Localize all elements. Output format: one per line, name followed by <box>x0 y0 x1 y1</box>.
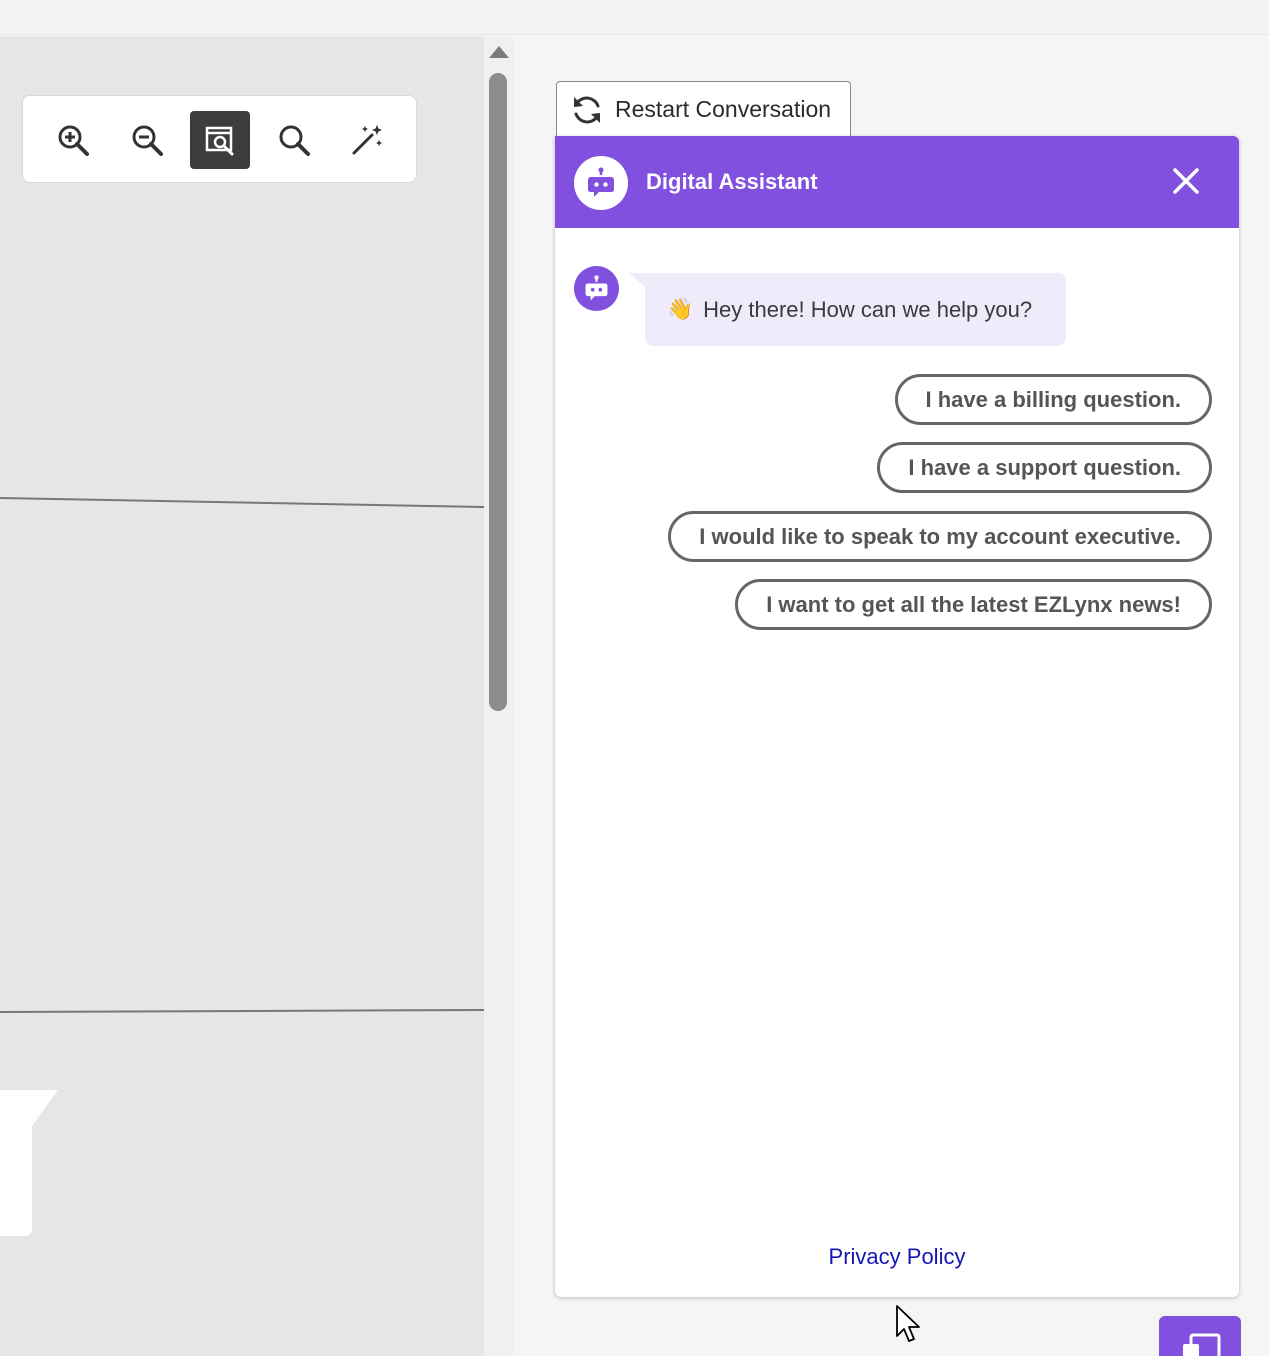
refresh-icon <box>574 96 600 123</box>
bubble-tail <box>629 273 645 287</box>
magic-wand-button[interactable] <box>337 111 397 169</box>
scroll-up-arrow-icon[interactable] <box>489 46 509 58</box>
quick-reply-support[interactable]: I have a support question. <box>877 442 1212 493</box>
chat-window: Digital Assistant 👋 Hey there! How can w… <box>555 136 1239 1297</box>
quick-reply-account-executive[interactable]: I would like to speak to my account exec… <box>668 511 1212 562</box>
zoom-to-fit-icon <box>205 126 234 156</box>
chat-launcher-button[interactable] <box>1159 1316 1241 1356</box>
zoom-to-fit-button[interactable] <box>190 111 250 169</box>
canvas-connector-lines <box>0 497 484 1013</box>
magic-wand-icon <box>352 125 382 155</box>
robot-icon <box>588 167 614 197</box>
privacy-policy-link[interactable]: Privacy Policy <box>555 1244 1239 1270</box>
mouse-cursor-icon <box>896 1305 920 1342</box>
zoom-in-button[interactable] <box>43 111 103 169</box>
quick-reply-news[interactable]: I want to get all the latest EZLynx news… <box>735 579 1212 630</box>
scrollbar-thumb[interactable] <box>489 73 507 711</box>
canvas-toolbar <box>22 95 417 183</box>
top-bar <box>0 0 1269 35</box>
close-chat-button[interactable] <box>1167 162 1205 200</box>
canvas-scrollbar[interactable] <box>484 36 514 1356</box>
canvas-node-card[interactable] <box>0 1090 60 1236</box>
chat-header: Digital Assistant <box>555 136 1239 228</box>
restart-conversation-button[interactable]: Restart Conversation <box>556 81 851 137</box>
greeting-message: 👋 Hey there! How can we help you? <box>645 273 1066 346</box>
chat-window-icon <box>1183 1333 1221 1356</box>
close-icon <box>1173 168 1199 194</box>
quick-reply-billing[interactable]: I have a billing question. <box>894 374 1212 425</box>
waving-hand-icon: 👋 <box>667 297 694 321</box>
greeting-text: Hey there! How can we help you? <box>703 296 1033 322</box>
zoom-in-icon <box>58 125 89 156</box>
search-icon <box>279 125 310 156</box>
zoom-out-button[interactable] <box>117 111 177 169</box>
restart-conversation-label: Restart Conversation <box>615 96 832 122</box>
diagram-canvas[interactable] <box>0 36 484 1356</box>
assistant-avatar <box>574 156 628 210</box>
message-avatar <box>574 266 619 311</box>
chat-title: Digital Assistant <box>646 169 818 194</box>
robot-icon <box>585 275 608 301</box>
zoom-out-icon <box>132 125 163 156</box>
search-button[interactable] <box>264 111 324 169</box>
